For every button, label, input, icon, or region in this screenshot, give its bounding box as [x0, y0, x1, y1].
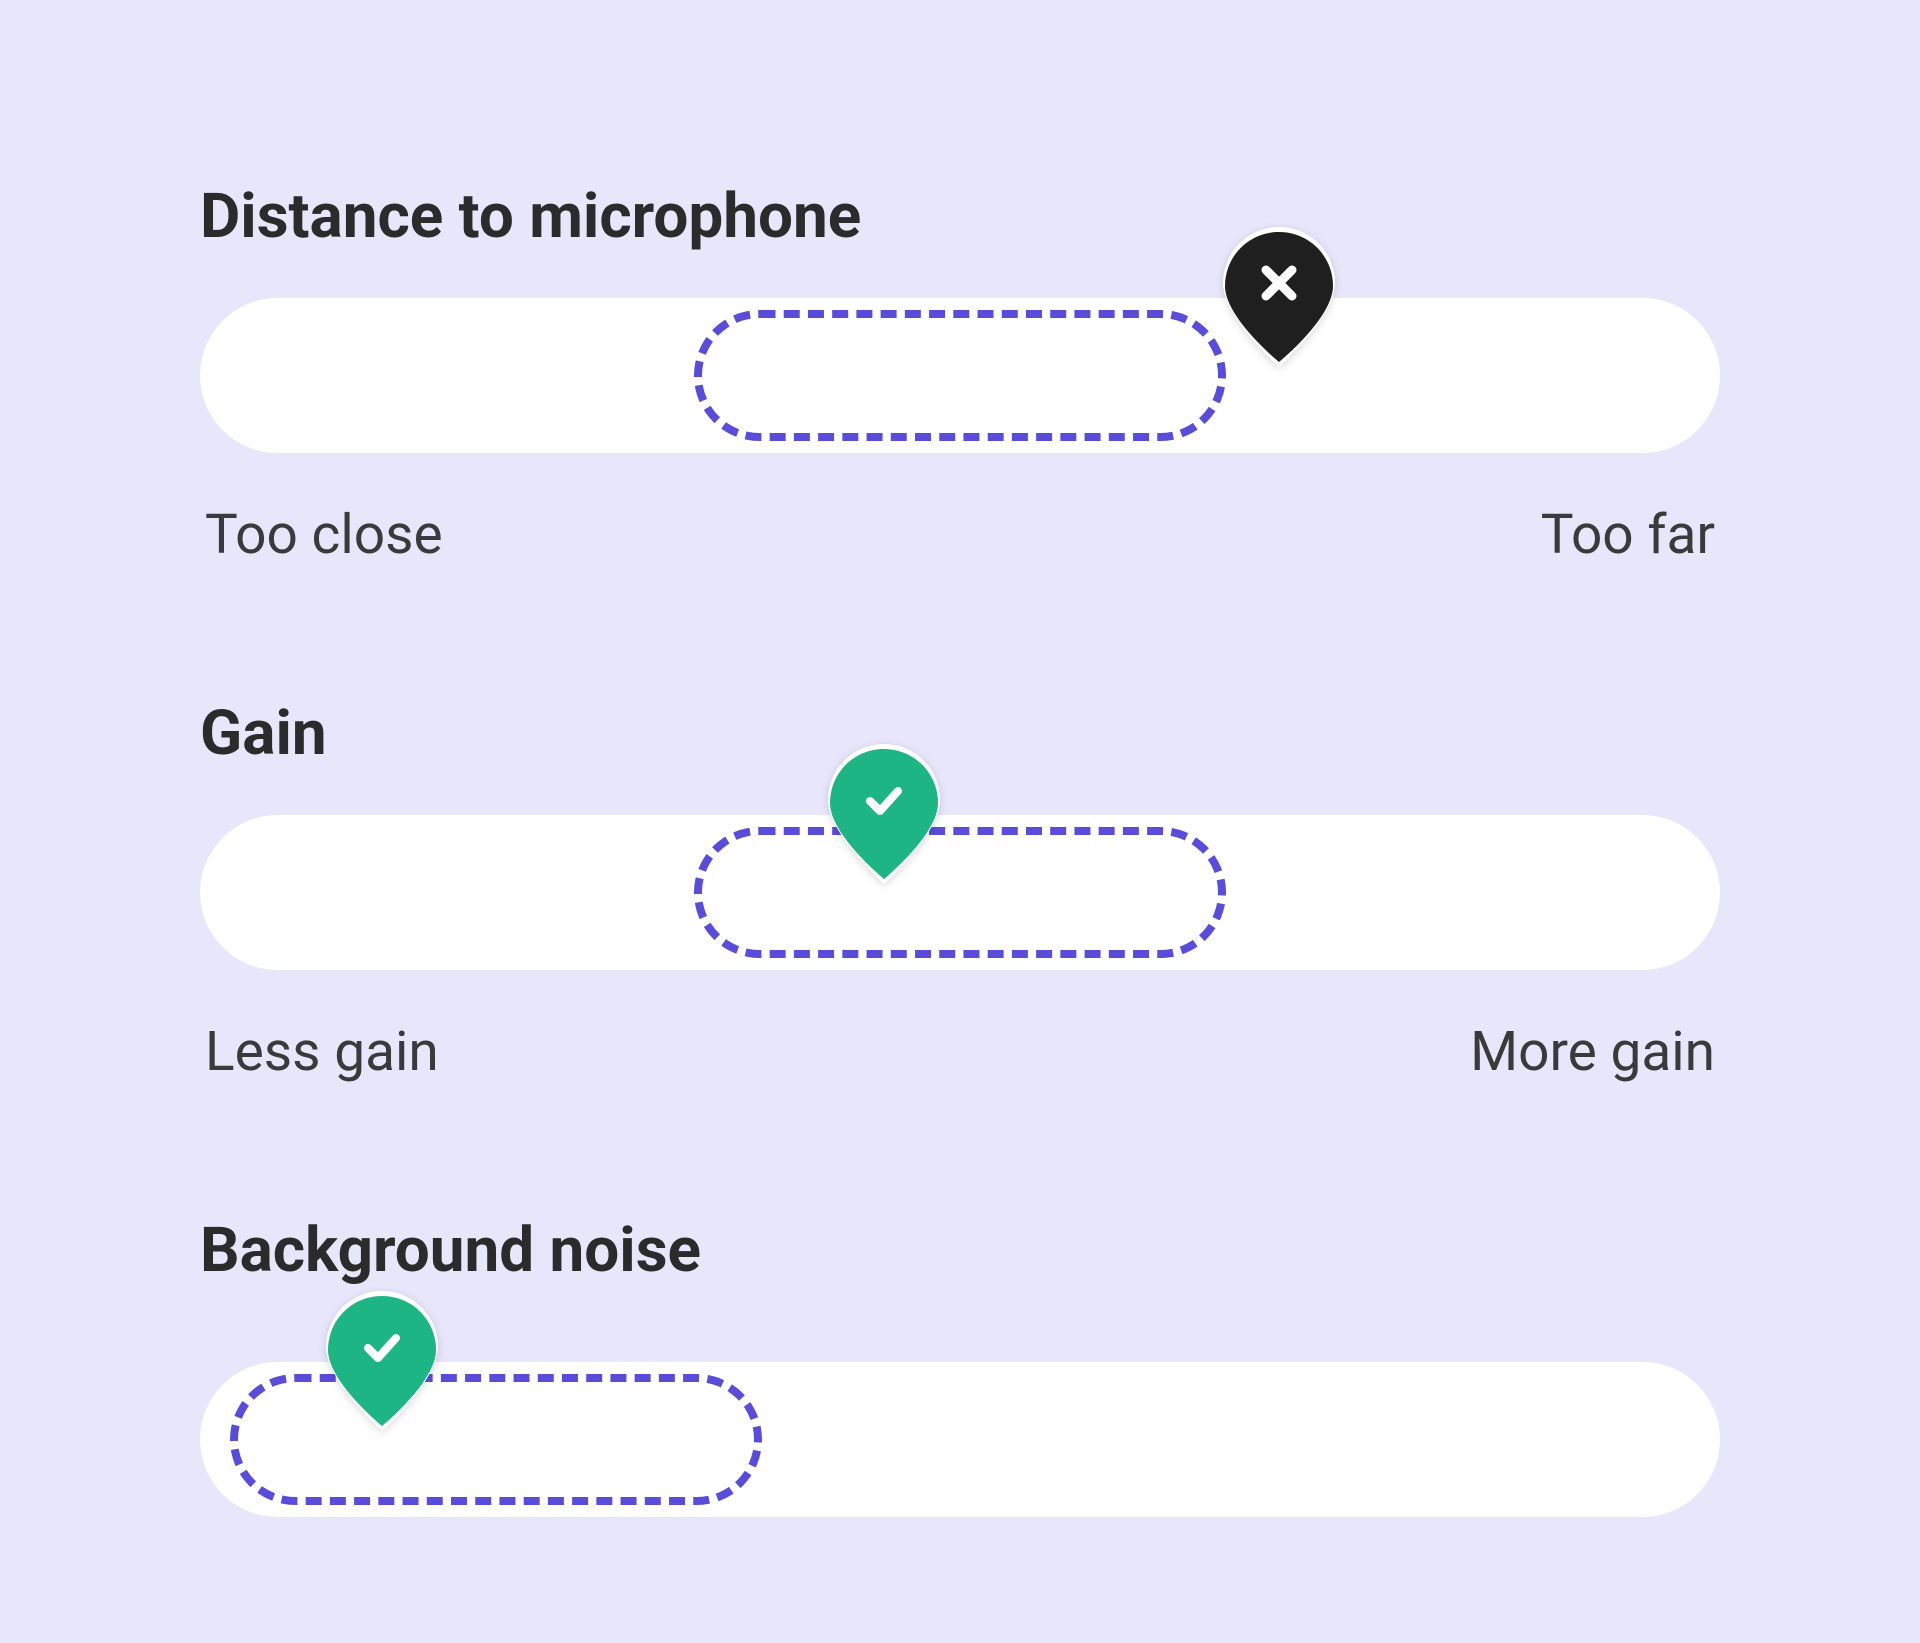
gain-marker	[830, 749, 938, 879]
distance-marker	[1225, 232, 1333, 362]
gain-slider	[200, 815, 1720, 970]
check-icon	[360, 1326, 404, 1374]
noise-section: Background noise	[200, 1214, 1720, 1517]
distance-track	[200, 298, 1720, 453]
noise-optimal-zone	[230, 1374, 762, 1505]
distance-optimal-zone	[694, 310, 1226, 441]
noise-marker	[328, 1296, 436, 1426]
distance-labels: Too close Too far	[200, 503, 1720, 567]
gain-label-high: More gain	[1470, 1020, 1715, 1084]
distance-slider	[200, 298, 1720, 453]
check-icon	[862, 779, 906, 827]
mic-check-panel: Distance to microphone	[200, 180, 1720, 1517]
noise-slider	[200, 1362, 1720, 1517]
gain-section: Gain	[200, 697, 1720, 1084]
noise-title: Background noise	[200, 1214, 1720, 1287]
gain-label-low: Less gain	[205, 1020, 439, 1084]
x-icon	[1258, 262, 1300, 308]
distance-section: Distance to microphone	[200, 180, 1720, 567]
distance-label-low: Too close	[205, 503, 443, 567]
distance-label-high: Too far	[1541, 503, 1715, 567]
gain-title: Gain	[200, 697, 1720, 770]
distance-title: Distance to microphone	[200, 180, 1720, 253]
gain-labels: Less gain More gain	[200, 1020, 1720, 1084]
gain-optimal-zone	[694, 827, 1226, 958]
gain-track	[200, 815, 1720, 970]
